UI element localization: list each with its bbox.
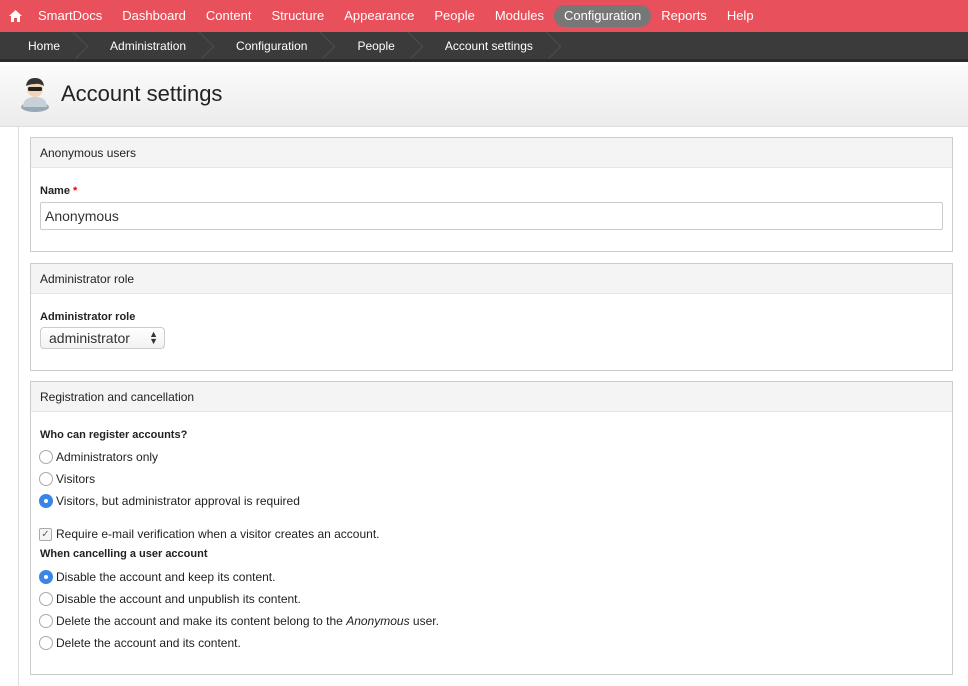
who-register-label: Who can register accounts? [40,429,188,441]
radio-label-emphasis: Anonymous [346,614,410,628]
breadcrumb-home[interactable]: Home [0,32,80,59]
fieldset-registration-cancellation: Registration and cancellation Who can re… [30,381,953,675]
radio-label: Delete the account and make its content … [56,614,439,628]
anonymous-name-input[interactable] [40,202,943,230]
required-mark: * [73,185,78,197]
cancel-account-label: When cancelling a user account [40,548,208,560]
radio-label: Visitors, but administrator approval is … [56,494,300,508]
select-arrows-icon: ▲ ▼ [149,329,158,346]
radio-option-disable-unpublish[interactable]: Disable the account and unpublish its co… [39,590,301,608]
page-title: Account settings [61,81,223,106]
toolbar-item-appearance[interactable]: Appearance [334,5,424,27]
radio-label-part: Delete the account and make its content … [56,614,347,628]
toolbar-item-structure[interactable]: Structure [261,5,334,27]
radio-option-disable-keep[interactable]: Disable the account and keep its content… [39,568,275,586]
page-header: Account settings [0,65,968,127]
radio-option-administrators-only[interactable]: Administrators only [39,448,158,466]
toolbar-item-configuration[interactable]: Configuration [553,5,652,27]
radio-button[interactable] [39,472,53,486]
admin-role-label: Administrator role [40,311,136,323]
fieldset-legend-anonymous[interactable]: Anonymous users [31,138,952,168]
check-icon[interactable]: ✓ [39,527,52,541]
user-icon [19,76,51,112]
toolbar-item-dashboard[interactable]: Dashboard [112,5,196,27]
breadcrumb-account-settings[interactable]: Account settings [415,32,553,59]
radio-label: Delete the account and its content. [56,636,241,650]
radio-button[interactable] [39,592,53,606]
toolbar-item-smartdocs[interactable]: SmartDocs [28,5,112,27]
checkbox-email-verification[interactable]: ✓ Require e-mail verification when a vis… [39,525,379,543]
toolbar-item-people[interactable]: People [424,5,484,27]
radio-option-visitors[interactable]: Visitors [39,470,95,488]
name-label: Name * [40,185,77,197]
fieldset-legend-admin-role[interactable]: Administrator role [31,264,952,294]
admin-toolbar: SmartDocs Dashboard Content Structure Ap… [0,0,968,32]
admin-role-select[interactable]: administrator ▲ ▼ [40,327,165,349]
breadcrumb: Home Administration Configuration People… [0,32,968,62]
radio-option-delete-content[interactable]: Delete the account and its content. [39,634,241,652]
fieldset-legend-registration[interactable]: Registration and cancellation [31,382,952,412]
breadcrumb-people[interactable]: People [327,32,414,59]
toolbar-item-help[interactable]: Help [717,5,764,27]
toolbar-item-reports[interactable]: Reports [651,5,717,27]
admin-role-selected-value: administrator [49,330,130,346]
radio-option-visitors-approval[interactable]: Visitors, but administrator approval is … [39,492,300,510]
radio-button[interactable] [39,450,53,464]
radio-button[interactable] [39,614,53,628]
content-area: Anonymous users Name * Administrator rol… [18,127,968,686]
radio-button-checked[interactable] [39,494,53,508]
radio-button-checked[interactable] [39,570,53,584]
radio-label: Disable the account and unpublish its co… [56,592,301,606]
toolbar-item-content[interactable]: Content [196,5,262,27]
radio-label: Disable the account and keep its content… [56,570,276,584]
radio-label: Administrators only [56,450,159,464]
toolbar-item-modules[interactable]: Modules [485,5,554,27]
checkbox-label: Require e-mail verification when a visit… [56,527,380,541]
radio-option-delete-reassign[interactable]: Delete the account and make its content … [39,612,439,630]
radio-label-part: user. [409,614,439,628]
breadcrumb-administration[interactable]: Administration [80,32,206,59]
fieldset-administrator-role: Administrator role Administrator role ad… [30,263,953,371]
fieldset-anonymous-users: Anonymous users Name * [30,137,953,252]
radio-button[interactable] [39,636,53,650]
home-icon[interactable] [2,0,28,32]
radio-label: Visitors [56,472,96,486]
name-label-text: Name [40,185,70,197]
breadcrumb-configuration[interactable]: Configuration [206,32,327,59]
